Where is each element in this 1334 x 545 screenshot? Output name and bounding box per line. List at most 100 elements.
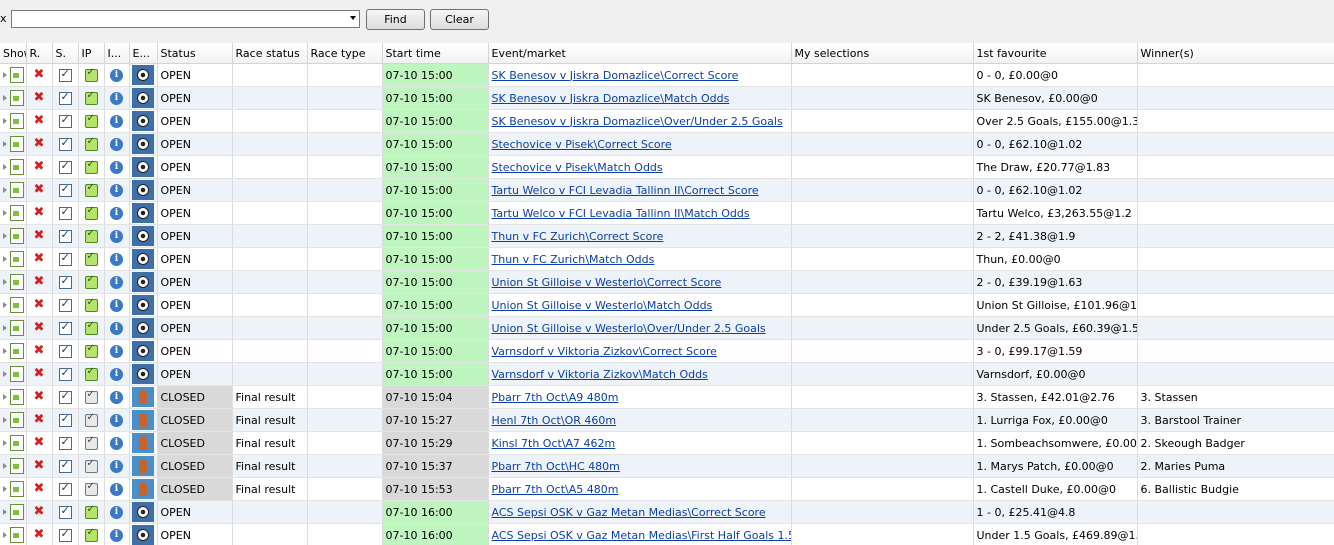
checkbox-icon[interactable]	[58, 435, 72, 450]
market-link[interactable]: SK Benesov v Jiskra Domazlice\Over/Under…	[492, 115, 783, 128]
show-market-icon[interactable]	[10, 67, 24, 83]
remove-icon[interactable]: ✖	[34, 252, 45, 266]
column-header-event-type[interactable]: E...	[129, 43, 158, 64]
column-header-my-selections[interactable]: My selections	[791, 43, 974, 64]
find-button[interactable]: Find	[366, 9, 425, 30]
show-cell[interactable]	[0, 477, 27, 501]
remove-icon[interactable]: ✖	[34, 298, 45, 312]
remove-cell[interactable]: ✖	[26, 224, 53, 248]
show-market-icon[interactable]	[10, 90, 24, 106]
dropdown-arrow-icon[interactable]	[350, 16, 356, 20]
show-market-icon[interactable]	[10, 435, 24, 451]
remove-icon[interactable]: ✖	[34, 160, 45, 174]
column-header-first-favourite[interactable]: 1st favourite	[973, 43, 1138, 64]
table-row[interactable]: ✖ i CLOSEDFinal result 07-10 15:37Pbarr 7th…	[0, 454, 1334, 478]
column-header-race-type[interactable]: Race type	[307, 43, 383, 64]
market-link[interactable]: Pbarr 7th Oct\A5 480m	[492, 483, 619, 496]
select-cell[interactable]	[52, 155, 79, 179]
remove-cell[interactable]: ✖	[26, 270, 53, 294]
show-cell[interactable]	[0, 63, 27, 87]
remove-cell[interactable]: ✖	[26, 316, 53, 340]
table-row[interactable]: ✖ i CLOSEDFinal result 07-10 15:27Henl 7th …	[0, 408, 1334, 432]
expand-icon[interactable]	[2, 187, 7, 193]
remove-cell[interactable]: ✖	[26, 454, 53, 478]
column-header-results[interactable]: R.	[26, 43, 53, 64]
checkbox-icon[interactable]	[58, 159, 72, 174]
info-cell[interactable]: i	[104, 224, 130, 248]
checkbox-icon[interactable]	[58, 113, 72, 128]
remove-icon[interactable]: ✖	[34, 275, 45, 289]
info-cell[interactable]: i	[104, 109, 130, 133]
market-link[interactable]: Union St Gilloise v Westerlo\Correct Sco…	[492, 276, 722, 289]
checkbox-icon[interactable]	[58, 136, 72, 151]
show-cell[interactable]	[0, 431, 27, 455]
info-icon[interactable]: i	[110, 505, 123, 519]
show-cell[interactable]	[0, 86, 27, 110]
remove-icon[interactable]: ✖	[34, 413, 45, 427]
expand-icon[interactable]	[2, 210, 7, 216]
show-market-icon[interactable]	[10, 274, 24, 290]
market-link[interactable]: SK Benesov v Jiskra Domazlice\Match Odds	[492, 92, 730, 105]
expand-icon[interactable]	[2, 532, 7, 538]
market-link[interactable]: Varnsdorf v Viktoria Zizkov\Match Odds	[492, 368, 708, 381]
show-cell[interactable]	[0, 224, 27, 248]
show-cell[interactable]	[0, 109, 27, 133]
remove-icon[interactable]: ✖	[34, 68, 45, 82]
show-cell[interactable]	[0, 201, 27, 225]
info-cell[interactable]: i	[104, 523, 130, 545]
expand-icon[interactable]	[2, 325, 7, 331]
select-cell[interactable]	[52, 178, 79, 202]
remove-cell[interactable]: ✖	[26, 523, 53, 545]
info-icon[interactable]: i	[110, 413, 123, 427]
table-row[interactable]: ✖ i OPEN 07-10 15:00Thun v FC Zurich\Correc…	[0, 224, 1334, 248]
table-row[interactable]: ✖ i OPEN 07-10 15:00Tartu Welco v FCI Levad…	[0, 178, 1334, 202]
checkbox-icon[interactable]	[58, 366, 72, 381]
checkbox-icon[interactable]	[58, 412, 72, 427]
select-cell[interactable]	[52, 270, 79, 294]
show-cell[interactable]	[0, 362, 27, 386]
column-header-winners[interactable]: Winner(s)	[1137, 43, 1334, 64]
show-market-icon[interactable]	[10, 228, 24, 244]
column-header-selected[interactable]: S.	[52, 43, 79, 64]
select-cell[interactable]	[52, 362, 79, 386]
select-cell[interactable]	[52, 385, 79, 409]
remove-cell[interactable]: ✖	[26, 362, 53, 386]
remove-cell[interactable]: ✖	[26, 178, 53, 202]
select-cell[interactable]	[52, 316, 79, 340]
expand-icon[interactable]	[2, 348, 7, 354]
show-cell[interactable]	[0, 247, 27, 271]
column-header-info[interactable]: I...	[104, 43, 130, 64]
show-market-icon[interactable]	[10, 366, 24, 382]
info-icon[interactable]: i	[110, 390, 123, 404]
table-row[interactable]: ✖ i OPEN 07-10 15:00Tartu Welco v FCI Levad…	[0, 201, 1334, 225]
info-cell[interactable]: i	[104, 247, 130, 271]
select-cell[interactable]	[52, 109, 79, 133]
checkbox-icon[interactable]	[58, 481, 72, 496]
remove-icon[interactable]: ✖	[34, 482, 45, 496]
info-cell[interactable]: i	[104, 454, 130, 478]
table-row[interactable]: ✖ i OPEN 07-10 15:00Varnsdorf v Viktoria Zi…	[0, 362, 1334, 386]
table-row[interactable]: ✖ i OPEN 07-10 15:00SK Benesov v Jiskra Dom…	[0, 86, 1334, 110]
remove-icon[interactable]: ✖	[34, 114, 45, 128]
info-icon[interactable]: i	[110, 252, 123, 266]
remove-icon[interactable]: ✖	[34, 91, 45, 105]
remove-icon[interactable]: ✖	[34, 321, 45, 335]
expand-icon[interactable]	[2, 440, 7, 446]
remove-icon[interactable]: ✖	[34, 344, 45, 358]
info-icon[interactable]: i	[110, 436, 123, 450]
table-row[interactable]: ✖ i OPEN 07-10 15:00SK Benesov v Jiskra Dom…	[0, 109, 1334, 133]
info-cell[interactable]: i	[104, 270, 130, 294]
remove-cell[interactable]: ✖	[26, 247, 53, 271]
table-row[interactable]: ✖ i OPEN 07-10 15:00Stechovice v Pisek\Matc…	[0, 155, 1334, 179]
show-market-icon[interactable]	[10, 481, 24, 497]
info-icon[interactable]: i	[110, 367, 123, 381]
checkbox-icon[interactable]	[58, 320, 72, 335]
remove-icon[interactable]: ✖	[34, 528, 45, 542]
table-row[interactable]: ✖ i OPEN 07-10 16:00ACS Sepsi OSK v Gaz Met…	[0, 523, 1334, 545]
show-cell[interactable]	[0, 293, 27, 317]
remove-cell[interactable]: ✖	[26, 500, 53, 524]
info-icon[interactable]: i	[110, 114, 123, 128]
select-cell[interactable]	[52, 454, 79, 478]
info-cell[interactable]: i	[104, 155, 130, 179]
show-cell[interactable]	[0, 454, 27, 478]
